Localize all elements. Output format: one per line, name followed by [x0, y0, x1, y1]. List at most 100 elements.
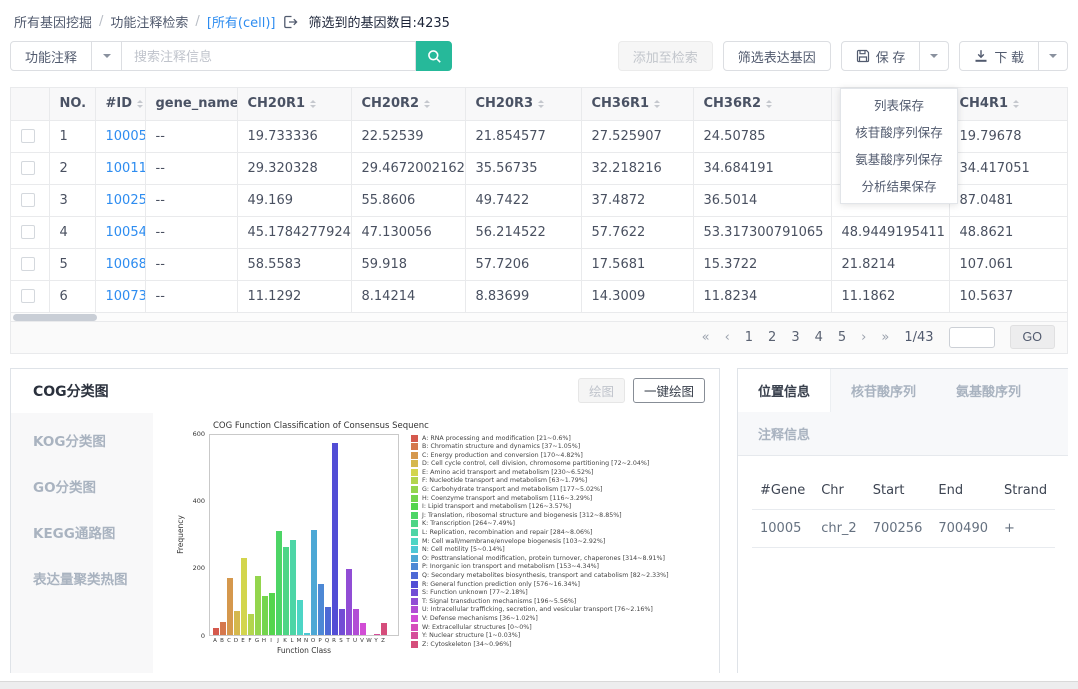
menu-item-list-save[interactable]: 列表保存 — [841, 92, 957, 119]
legend-label: W: Extracellular structures [0~0%] — [422, 624, 532, 631]
chart-legend: A: RNA processing and modification [21~0… — [411, 434, 669, 655]
filter-expressed-genes-button[interactable]: 筛选表达基因 — [723, 41, 831, 71]
cog-chart-panel: COG分类图 绘图 一键绘图 KOG分类图GO分类图KEGG通路图表达量聚类热图… — [10, 368, 720, 673]
sort-icon[interactable] — [654, 97, 660, 111]
download-caret-button[interactable] — [1038, 41, 1068, 71]
sidebar-item-expression-heatmap[interactable]: 表达量聚类热图 — [11, 555, 153, 601]
row-checkbox[interactable] — [21, 225, 35, 239]
x-tick-label: U — [352, 638, 358, 644]
legend-swatch — [411, 529, 418, 536]
sort-icon[interactable] — [310, 97, 316, 111]
breadcrumb: 所有基因挖掘 / 功能注释检索 / [所有(cell)] 筛选到的基因数目:42… — [14, 12, 1078, 31]
save-button[interactable]: 保 存 — [841, 41, 921, 71]
gene-id-link[interactable]: 10011 — [106, 161, 146, 176]
x-tick-label: Q — [324, 638, 330, 644]
breadcrumb-item-all-gene-mining[interactable]: 所有基因挖掘 — [14, 12, 92, 31]
page-number-2[interactable]: 2 — [768, 330, 776, 345]
plot-column: ABCDEFGHIJKLMNOPQRSTUVWYZ Function Class — [209, 434, 399, 655]
annotation-category-caret-button[interactable] — [92, 41, 122, 71]
breadcrumb-item-function-annotation-search[interactable]: 功能注释检索 — [110, 12, 188, 31]
add-to-search-button[interactable]: 添加至检索 — [618, 41, 713, 71]
horizontal-scrollbar-thumb[interactable] — [13, 314, 97, 321]
row-checkbox[interactable] — [21, 161, 35, 175]
row-checkbox[interactable] — [21, 193, 35, 207]
expression-value-cell: 14.3009 — [581, 280, 693, 312]
legend-item: E: Amino acid transport and metabolism [… — [411, 469, 669, 476]
chart-bar-Z — [381, 623, 387, 634]
download-button[interactable]: 下 载 — [959, 41, 1039, 71]
expression-value-cell: 59.918 — [351, 248, 465, 280]
column-header-ch20r1[interactable]: CH20R1 — [237, 88, 351, 120]
sidebar-item-kog[interactable]: KOG分类图 — [11, 417, 153, 463]
row-checkbox[interactable] — [21, 129, 35, 143]
gene-id-cell: 10025 — [95, 184, 145, 216]
search-input[interactable] — [122, 41, 416, 71]
sort-icon[interactable] — [538, 97, 544, 111]
tab-amino-acid-sequence[interactable]: 氨基酸序列 — [936, 369, 1041, 412]
save-caret-button[interactable] — [919, 41, 949, 71]
legend-swatch — [411, 460, 418, 467]
column-header-ch20r2[interactable]: CH20R2 — [351, 88, 465, 120]
sort-desc-arrow — [766, 105, 772, 111]
sort-icon[interactable] — [424, 97, 430, 111]
one-click-draw-button[interactable]: 一键绘图 — [633, 378, 705, 403]
page-scrollbar-strip[interactable] — [0, 681, 1078, 689]
column-header-ch4r1[interactable]: CH4R1 — [949, 88, 1067, 120]
row-checkbox[interactable] — [21, 289, 35, 303]
page-number-5[interactable]: 5 — [838, 330, 846, 345]
tab-cog-classification[interactable]: COG分类图 — [33, 381, 109, 401]
page-number-3[interactable]: 3 — [791, 330, 799, 345]
column-header-id[interactable]: #ID — [95, 88, 145, 120]
next-page-button[interactable]: › — [861, 330, 866, 345]
column-header-ch36r2[interactable]: CH36R2 — [693, 88, 831, 120]
row-checkbox[interactable] — [21, 257, 35, 271]
legend-item: J: Translation, ribosomal structure and … — [411, 512, 669, 519]
gene-id-link[interactable]: 10068 — [106, 257, 146, 272]
tab-nucleotide-sequence[interactable]: 核苷酸序列 — [831, 369, 936, 412]
prev-page-button[interactable]: ‹ — [725, 330, 730, 345]
annotation-category-button[interactable]: 功能注释 — [10, 41, 92, 71]
expression-value-cell: 21.854577 — [465, 120, 581, 152]
column-header-label: NO. — [60, 96, 87, 111]
cog-panel-body: KOG分类图GO分类图KEGG通路图表达量聚类热图 COG Function C… — [11, 413, 719, 673]
y-tick-label: 200 — [193, 564, 205, 572]
legend-label: C: Energy production and conversion [170… — [422, 452, 583, 459]
menu-item-analysis-result-save[interactable]: 分析结果保存 — [841, 173, 957, 200]
chart-bar-G — [255, 576, 261, 635]
chart-bar-R — [332, 443, 338, 635]
sort-icon[interactable] — [1013, 97, 1019, 111]
sort-icon[interactable] — [137, 97, 143, 111]
expression-value-cell: 19.733336 — [237, 120, 351, 152]
menu-item-nucleotide-save[interactable]: 核苷酸序列保存 — [841, 119, 957, 146]
gene-id-link[interactable]: 10005 — [106, 129, 146, 144]
gene-id-link[interactable]: 10073 — [106, 289, 146, 304]
sidebar-item-go[interactable]: GO分类图 — [11, 463, 153, 509]
tab-annotation-info[interactable]: 注释信息 — [738, 412, 830, 455]
column-header-gene_name[interactable]: gene_name — [145, 88, 237, 120]
sort-icon[interactable] — [766, 97, 772, 111]
draw-button[interactable]: 绘图 — [578, 378, 625, 403]
page-go-button[interactable]: GO — [1010, 325, 1055, 349]
column-header-ch20r3[interactable]: CH20R3 — [465, 88, 581, 120]
menu-item-amino-acid-save[interactable]: 氨基酸序列保存 — [841, 146, 957, 173]
chart-bar-A — [213, 628, 219, 635]
breadcrumb-item-all-cell-link[interactable]: [所有(cell)] — [207, 12, 276, 31]
first-page-button[interactable]: « — [702, 330, 710, 345]
search-button[interactable] — [416, 41, 452, 71]
page-number-4[interactable]: 4 — [815, 330, 823, 345]
gene-id-link[interactable]: 10054 — [106, 225, 146, 240]
row-number-cell: 2 — [49, 152, 95, 184]
page-jump-input[interactable] — [949, 327, 995, 348]
last-page-button[interactable]: » — [881, 330, 889, 345]
legend-item: H: Coenzyme transport and metabolism [11… — [411, 495, 669, 502]
sort-desc-arrow — [424, 105, 430, 111]
legend-label: Q: Secondary metabolites biosynthesis, t… — [422, 572, 669, 579]
page-number-1[interactable]: 1 — [745, 330, 753, 345]
sort-desc-arrow — [654, 105, 660, 111]
column-header-ch36r1[interactable]: CH36R1 — [581, 88, 693, 120]
tab-position-info[interactable]: 位置信息 — [738, 369, 831, 412]
sidebar-item-kegg[interactable]: KEGG通路图 — [11, 509, 153, 555]
chart-bar-O — [311, 530, 317, 635]
gene-id-link[interactable]: 10025 — [106, 193, 146, 208]
download-button-group: 下 载 — [959, 41, 1068, 71]
